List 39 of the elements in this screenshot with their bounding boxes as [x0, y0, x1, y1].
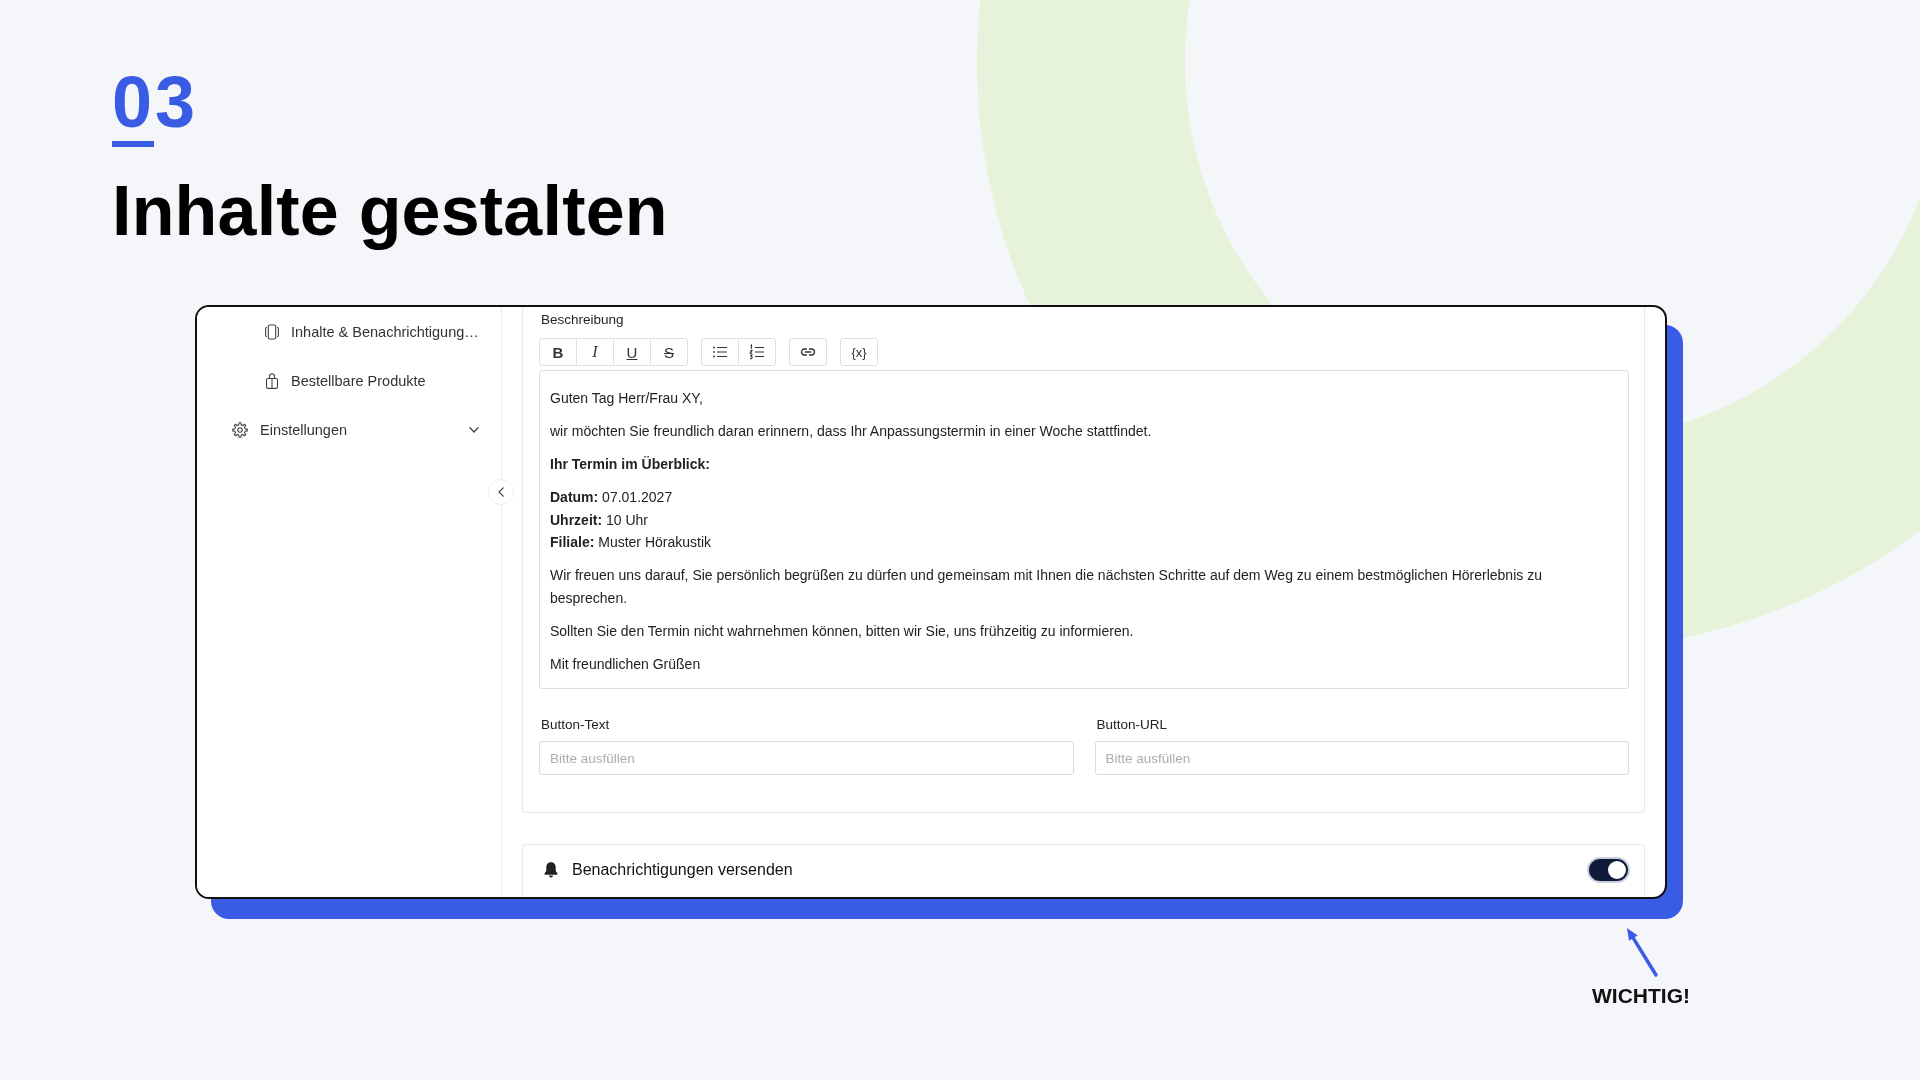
section-heading: Ihr Termin im Überblick: [550, 455, 710, 474]
bell-icon [543, 861, 559, 879]
field-label: Beschreibung [540, 311, 624, 328]
bag-icon [265, 372, 279, 389]
notification-label: Benachrichtigungen versenden [572, 861, 793, 879]
sidebar-item[interactable]: Einstellungen [197, 405, 501, 454]
body-text: wir möchten Sie freundlich daran erinnern, dass Ihr Anpassungstermin in einer Woche stattfindet. [550, 422, 1152, 441]
sidebar-item[interactable]: Bestellbare Produkte [197, 356, 501, 405]
body-text: Sollten Sie den Termin nicht wahrnehmen können, bitten wir Sie, uns frühzeitig zu informieren. [550, 621, 1134, 641]
body-text: Mit freundlichen Grüßen [550, 654, 701, 674]
input-field[interactable]: Bitte ausfüllen [1094, 741, 1629, 775]
sidebar-item[interactable]: Inhalte & Benachrichtigung… [197, 307, 501, 356]
section-number: 03 [112, 66, 199, 138]
pages-icon [265, 323, 279, 340]
underline-button[interactable]: U [613, 338, 651, 366]
numbered-list-button[interactable] [738, 338, 776, 366]
insert-variable-button[interactable]: {x} [840, 338, 878, 366]
body-text: Guten Tag Herr/Frau XY, [550, 389, 703, 408]
strikethrough-button[interactable]: S [650, 338, 688, 366]
settings-icon [232, 421, 248, 438]
detail-line: Filiale: Muster Hörakustik [550, 533, 712, 552]
annotation-label: WICHTIG! [1592, 984, 1690, 1008]
numbered-list-icon [749, 344, 765, 360]
bullet-list-icon [712, 344, 728, 360]
input-field[interactable]: Bitte ausfüllen [539, 741, 1074, 775]
field-label: Button-Text [540, 715, 610, 733]
detail-line: Uhrzeit: 10 Uhr [550, 510, 649, 530]
text-editor[interactable] [539, 370, 1629, 689]
link-button[interactable] [789, 338, 827, 366]
detail-line: Datum: 07.01.2027 [550, 488, 673, 507]
bullet-list-button[interactable] [701, 338, 739, 366]
toggle-switch[interactable] [1587, 857, 1630, 883]
accent-underline [112, 141, 154, 147]
italic-button[interactable]: I [576, 338, 614, 366]
bold-button[interactable]: B [539, 338, 577, 366]
pointer-arrow [1626, 927, 1659, 978]
chevron-left-icon [498, 487, 504, 497]
body-text: Wir freuen uns darauf, Sie persönlich begrüßen zu dürfen und gemeinsam mit Ihnen die nächsten Schritte auf dem Weg zu einem bestmöglichen Hörerlebnis zu besprechen. [550, 566, 1543, 608]
field-label: Button-URL [1095, 715, 1168, 733]
